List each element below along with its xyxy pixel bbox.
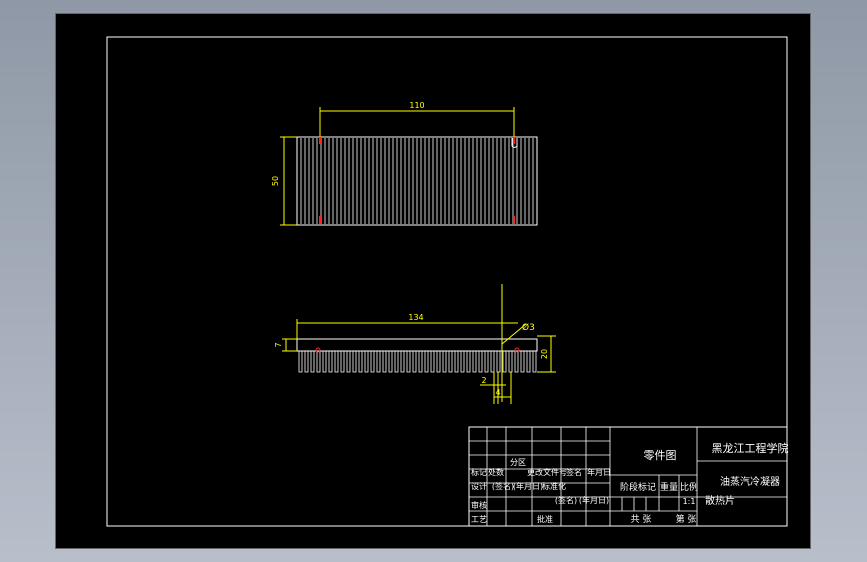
side-dim-diameter-label: Ø3 xyxy=(522,322,535,333)
side-fin xyxy=(394,351,399,373)
side-view-fins xyxy=(298,351,537,373)
side-fin xyxy=(466,351,471,373)
side-fin xyxy=(364,351,369,373)
side-fin xyxy=(430,351,435,373)
tb-cell-signature: 签名 xyxy=(566,467,582,477)
side-fin xyxy=(358,351,363,373)
top-view-hole-marks xyxy=(319,136,518,224)
tb-cell-change-doc: 更改文件号 xyxy=(527,467,567,477)
side-fin xyxy=(454,351,459,373)
tb-institution: 黑龙江工程学院 xyxy=(712,441,789,455)
tb-cell-standardize: 标准化 xyxy=(542,481,566,491)
tb-product: 油蒸汽冷凝器 xyxy=(720,475,780,488)
side-dim-length-label: 134 xyxy=(408,313,423,322)
tb-col-weight: 重量 xyxy=(660,481,678,493)
side-fin xyxy=(340,351,345,373)
drawing-viewport[interactable]: 110 50 134 Ø3 20 7 2 4 零件图 黑龙江工程学院 油蒸汽冷凝… xyxy=(55,13,811,549)
side-fin xyxy=(334,351,339,373)
tb-cell-process: 工艺 xyxy=(471,515,487,524)
cad-drawing: 110 50 134 Ø3 20 7 2 4 零件图 黑龙江工程学院 油蒸汽冷凝… xyxy=(106,36,789,527)
side-fin xyxy=(484,351,489,373)
tb-cell-mark: 标记 xyxy=(471,467,487,477)
side-fin xyxy=(502,351,507,373)
side-fin xyxy=(442,351,447,373)
side-fin xyxy=(316,351,321,373)
side-fin xyxy=(322,351,327,373)
side-view: 134 Ø3 20 7 2 4 xyxy=(274,284,556,404)
tb-cell-design: 设计 xyxy=(471,481,487,491)
side-fin xyxy=(352,351,357,373)
side-fin xyxy=(370,351,375,373)
side-fin xyxy=(376,351,381,373)
title-block: 零件图 黑龙江工程学院 油蒸汽冷凝器 散热片 阶段标记 重量 比例 1:1 共 … xyxy=(468,426,789,527)
side-fin xyxy=(526,351,531,373)
side-fin xyxy=(478,351,483,373)
side-dim-pitch-label: 4 xyxy=(495,388,500,397)
tb-cell-date2: (年月日) xyxy=(513,481,543,491)
side-fin xyxy=(418,351,423,373)
tb-cell-date3: (年月日) xyxy=(579,495,609,505)
side-fin xyxy=(406,351,411,373)
tb-cell-sign2: (签名) xyxy=(492,481,514,491)
side-fin xyxy=(424,351,429,373)
tb-scale-value: 1:1 xyxy=(683,497,696,506)
tb-drawing-type: 零件图 xyxy=(644,449,677,462)
side-fin xyxy=(382,351,387,373)
side-fin xyxy=(514,351,519,373)
side-fin xyxy=(508,351,513,373)
tb-part-name: 散热片 xyxy=(705,494,735,507)
side-fin xyxy=(412,351,417,373)
side-fin xyxy=(496,351,501,373)
side-fin xyxy=(532,351,537,373)
top-dim-length-label: 110 xyxy=(409,101,424,110)
side-fin xyxy=(436,351,441,373)
tb-col-stage-mark: 阶段标记 xyxy=(620,481,656,493)
tb-cell-date: 年月日 xyxy=(587,467,611,477)
side-fin xyxy=(388,351,393,373)
side-fin xyxy=(328,351,333,373)
side-fin xyxy=(448,351,453,373)
side-fin xyxy=(298,351,303,373)
side-fin xyxy=(346,351,351,373)
tb-sheet-no: 第 张 xyxy=(676,513,697,525)
tb-col-scale: 比例 xyxy=(680,481,698,493)
side-dim-base-label: 7 xyxy=(274,342,283,347)
tb-cell-sign3: (签名) xyxy=(555,495,577,505)
side-fin xyxy=(490,351,495,373)
side-fin xyxy=(304,351,309,373)
side-dim-height-label: 20 xyxy=(540,349,549,359)
side-view-base xyxy=(296,338,538,352)
side-dim-gap-label: 2 xyxy=(481,376,486,385)
top-view-fins xyxy=(300,138,534,224)
side-fin xyxy=(460,351,465,373)
tb-cell-zone: 分区 xyxy=(510,458,526,467)
tb-cell-review: 审核 xyxy=(471,500,487,510)
tb-total-sheets: 共 张 xyxy=(631,514,652,525)
side-fin xyxy=(310,351,315,373)
tb-cell-approve: 批准 xyxy=(537,514,553,524)
top-dim-height-label: 50 xyxy=(271,176,280,186)
top-view: 110 50 xyxy=(271,101,538,226)
tb-cell-count: 处数 xyxy=(488,467,504,477)
side-fin xyxy=(400,351,405,373)
drawing-frame xyxy=(106,36,788,527)
side-fin xyxy=(520,351,525,373)
side-fin xyxy=(472,351,477,373)
